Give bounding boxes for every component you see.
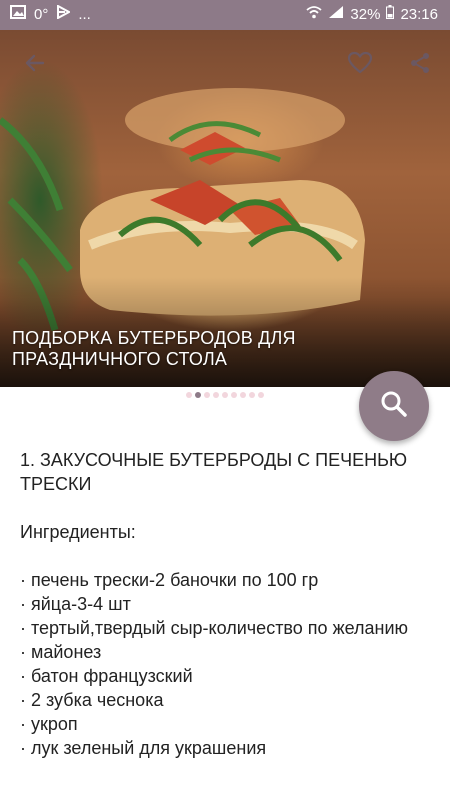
ingredients-list: · печень трески-2 баночки по 100 гр · яй…: [20, 568, 430, 760]
back-button[interactable]: [18, 48, 52, 82]
pager-dot[interactable]: [186, 392, 192, 398]
share-icon: [408, 51, 432, 80]
pager-dot[interactable]: [231, 392, 237, 398]
status-bar: 0° ... 32% 23:16: [0, 0, 450, 30]
search-icon: [379, 389, 409, 424]
share-button[interactable]: [403, 48, 437, 82]
ingredients-label: Ингредиенты:: [20, 522, 136, 542]
ingredient-item: · 2 зубка чеснока: [20, 690, 164, 710]
battery-icon: [386, 5, 395, 23]
pager-dot[interactable]: [222, 392, 228, 398]
battery-percent: 32%: [350, 5, 381, 23]
pager-dot[interactable]: [195, 392, 201, 398]
hero-image: ПОДБОРКА БУТЕРБРОДОВ ДЛЯ ПРАЗДНИЧНОГО СТ…: [0, 30, 450, 387]
favorite-button[interactable]: [343, 48, 377, 82]
hero-title: ПОДБОРКА БУТЕРБРОДОВ ДЛЯ ПРАЗДНИЧНОГО СТ…: [12, 328, 296, 369]
ingredient-item: · печень трески-2 баночки по 100 гр: [20, 570, 319, 590]
ingredient-item: · лук зеленый для украшения: [20, 738, 267, 758]
signal-text: 0°: [34, 5, 49, 23]
pager-dot[interactable]: [213, 392, 219, 398]
ingredient-item: · укроп: [20, 714, 78, 734]
status-right: 32% 23:16: [306, 5, 438, 23]
arrow-left-icon: [23, 51, 47, 80]
status-left: 0° ...: [10, 4, 91, 23]
wifi-icon: [306, 5, 323, 23]
pager-dot[interactable]: [258, 392, 264, 398]
cell-signal-icon: [328, 5, 344, 23]
ingredient-item: · батон французский: [20, 666, 193, 686]
article-heading: 1. ЗАКУСОЧНЫЕ БУТЕРБРОДЫ С ПЕЧЕНЬЮ ТРЕСК…: [20, 450, 408, 494]
heart-outline-icon: [347, 51, 373, 80]
article-content: 1. ЗАКУСОЧНЫЕ БУТЕРБРОДЫ С ПЕЧЕНЬЮ ТРЕСК…: [20, 448, 430, 760]
image-notification-icon: [10, 5, 26, 23]
ingredient-item: · яйца-3-4 шт: [20, 594, 131, 614]
pager-dot[interactable]: [249, 392, 255, 398]
pager-dot[interactable]: [204, 392, 210, 398]
ingredient-item: · майонез: [20, 642, 102, 662]
pager-dot[interactable]: [240, 392, 246, 398]
play-store-icon: [56, 4, 72, 23]
clock: 23:16: [400, 5, 438, 23]
more-notifications: ...: [78, 5, 91, 23]
ingredient-item: · тертый,твердый сыр-количество по желан…: [20, 618, 409, 638]
search-button[interactable]: [359, 371, 429, 441]
